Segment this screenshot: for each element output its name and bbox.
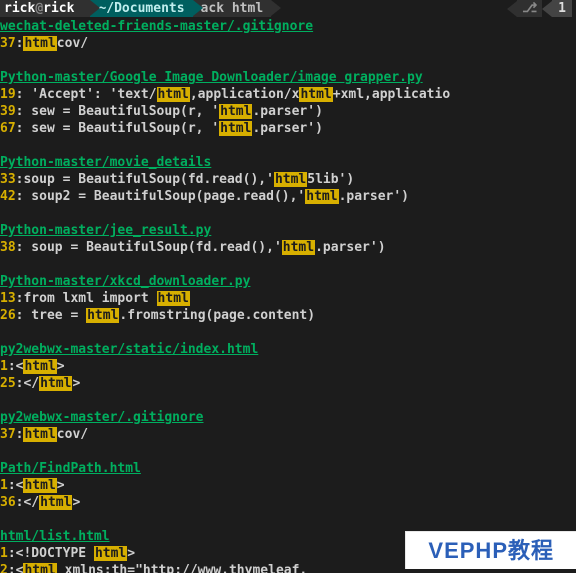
result-line: 36:</html> (0, 494, 572, 511)
result-line: 42: soup2 = BeautifulSoup(page.read(),'h… (0, 188, 572, 205)
result-line: 37:htmlcov/ (0, 35, 572, 52)
result-line: 38: soup = BeautifulSoup(fd.read(),'html… (0, 239, 572, 256)
result-line: 67: sew = BeautifulSoup(r, 'html.parser'… (0, 120, 572, 137)
match-highlight: html (94, 546, 127, 561)
prompt-path: ~/Documents (90, 0, 192, 17)
match-highlight: html (219, 104, 252, 119)
match-highlight: html (157, 291, 190, 306)
terminal-output: rick@rick ~/Documents ack html ⎇ 1 wecha… (0, 0, 576, 573)
result-line: 26: tree = html.fromstring(page.content) (0, 307, 572, 324)
separator-icon (193, 0, 203, 16)
match-highlight: html (23, 563, 56, 573)
match-highlight: html (23, 359, 56, 374)
result-line: 13:from lxml import html (0, 290, 572, 307)
result-line: 39: sew = BeautifulSoup(r, 'html.parser'… (0, 103, 572, 120)
result-file-heading: Python-master/jee_result.py (0, 222, 572, 239)
result-line: 25:</html> (0, 375, 572, 392)
result-line: 33:soup = BeautifulSoup(fd.read(),'html5… (0, 171, 572, 188)
match-highlight: html (23, 478, 56, 493)
separator-icon (90, 0, 100, 16)
prompt-right-num: 1 (552, 0, 572, 17)
match-highlight: html (39, 376, 72, 391)
match-highlight: html (23, 427, 56, 442)
separator-icon (507, 1, 517, 17)
result-line: 37:htmlcov/ (0, 426, 572, 443)
prompt-right: ⎇ 1 (507, 0, 572, 17)
prompt-user-host: rick@rick (0, 0, 90, 17)
separator-icon (271, 0, 281, 16)
watermark-label: VEPHP教程 (405, 531, 576, 569)
result-file-heading: Python-master/xkcd_downloader.py (0, 273, 572, 290)
match-highlight: html (157, 87, 190, 102)
match-highlight: html (39, 495, 72, 510)
prompt-command[interactable]: ack html (193, 0, 272, 17)
match-highlight: html (219, 121, 252, 136)
result-line: 1:<html> (0, 477, 572, 494)
result-file-heading: Python-master/movie_details (0, 154, 572, 171)
result-file-heading: Python-master/Google Image Downloader/im… (0, 69, 572, 86)
match-highlight: html (299, 87, 332, 102)
match-highlight: html (282, 240, 315, 255)
result-file-heading: py2webwx-master/.gitignore (0, 409, 572, 426)
shell-prompt: rick@rick ~/Documents ack html ⎇ 1 (0, 0, 572, 17)
result-line: 1:<html> (0, 358, 572, 375)
result-line: 19: 'Accept': 'text/html,application/xht… (0, 86, 572, 103)
result-file-heading: Path/FindPath.html (0, 460, 572, 477)
match-highlight: html (305, 189, 338, 204)
match-highlight: html (86, 308, 119, 323)
result-file-heading: wechat-deleted-friends-master/.gitignore (0, 18, 572, 35)
separator-icon (542, 1, 552, 17)
match-highlight: html (274, 172, 307, 187)
result-file-heading: py2webwx-master/static/index.html (0, 341, 572, 358)
ack-results: wechat-deleted-friends-master/.gitignore… (0, 18, 572, 573)
match-highlight: html (23, 36, 56, 51)
branch-icon: ⎇ (517, 0, 542, 17)
